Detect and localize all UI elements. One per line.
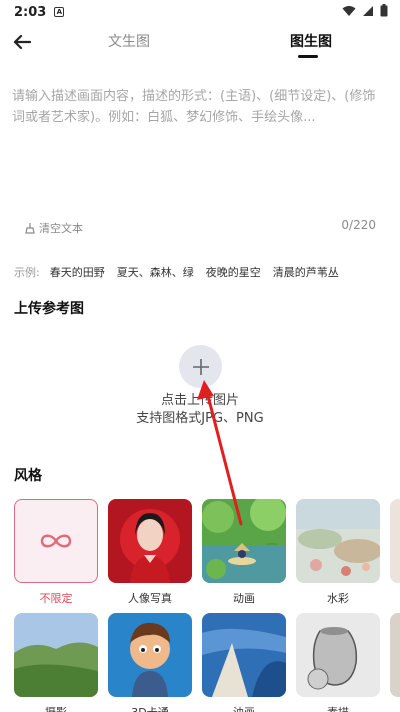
signal-icon: [363, 5, 373, 16]
style-label: 摄影: [45, 704, 67, 712]
style-row-1: 不限定 人像写真 动画 水彩: [14, 499, 380, 606]
clear-text-label: 清空文本: [39, 222, 83, 235]
top-app-bar: 文生图 图生图: [0, 24, 400, 64]
status-time: 2:03: [14, 4, 47, 20]
upload-section-title: 上传参考图: [14, 301, 84, 317]
style-option-3d-cartoon[interactable]: 3D卡通: [108, 613, 192, 712]
example-item[interactable]: 夏天、森林、绿: [117, 264, 194, 280]
upload-secondary-text: 支持图格式JPG、PNG: [136, 411, 264, 426]
style-row-2: 摄影 3D卡通 油画: [14, 613, 380, 712]
style-thumbnail: [202, 499, 286, 583]
style-label: 素描: [327, 704, 349, 712]
style-label: 人像写真: [128, 592, 172, 605]
style-label: 3D卡通: [131, 704, 168, 712]
broom-icon: [25, 223, 35, 234]
style-option-oil-painting[interactable]: 油画: [202, 613, 286, 712]
example-item[interactable]: 清晨的芦苇丛: [273, 264, 339, 280]
style-thumbnail: [202, 613, 286, 697]
example-item[interactable]: 夜晚的星空: [206, 264, 261, 280]
style-label: 油画: [233, 704, 255, 712]
style-thumbnail: [296, 499, 380, 583]
style-option-animation[interactable]: 动画: [202, 499, 286, 606]
clear-text-button[interactable]: 清空文本: [24, 220, 83, 236]
style-option-portrait[interactable]: 人像写真: [108, 499, 192, 606]
examples-row: 示例: 春天的田野 夏天、森林、绿 夜晚的星空 清晨的芦苇丛: [14, 264, 351, 280]
style-thumbnail: [108, 499, 192, 583]
style-option-photography[interactable]: 摄影: [14, 613, 98, 712]
upload-image-button[interactable]: [179, 345, 222, 388]
style-option-watercolor[interactable]: 水彩: [296, 499, 380, 606]
style-option-unlimited[interactable]: 不限定: [14, 499, 98, 606]
examples-label: 示例:: [14, 266, 40, 279]
style-label: 水彩: [327, 592, 349, 605]
style-thumbnail: [14, 499, 98, 583]
tab-text-to-image[interactable]: 文生图: [108, 31, 150, 51]
arrow-left-icon: [13, 34, 31, 50]
style-thumbnail: [14, 613, 98, 697]
example-item[interactable]: 春天的田野: [50, 264, 105, 280]
tab-image-to-image[interactable]: 图生图: [290, 31, 332, 51]
back-button[interactable]: [10, 30, 34, 54]
style-label: 动画: [233, 592, 255, 605]
status-icons: [342, 4, 388, 17]
style-thumbnail: [296, 613, 380, 697]
battery-icon: [380, 4, 388, 17]
status-bar: 2:03 A: [0, 0, 400, 24]
style-section-title: 风格: [14, 468, 42, 484]
infinity-icon: [40, 534, 72, 548]
style-thumbnail: [108, 613, 192, 697]
upload-primary-text: 点击上传图片: [160, 393, 239, 408]
style-option-peek[interactable]: [390, 613, 400, 697]
prompt-input[interactable]: 请输入描述画面内容，描述的形式：(主语)、(细节设定)、(修饰词或者艺术家)。例…: [12, 86, 382, 128]
char-counter: 0/220: [341, 218, 376, 232]
style-option-peek[interactable]: [390, 499, 400, 583]
notification-icon: A: [54, 7, 65, 17]
style-label: 不限定: [39, 592, 73, 605]
wifi-icon: [342, 5, 356, 16]
active-tab-indicator: [298, 55, 318, 58]
style-option-sketch[interactable]: 素描: [296, 613, 380, 712]
plus-icon: [192, 358, 209, 375]
